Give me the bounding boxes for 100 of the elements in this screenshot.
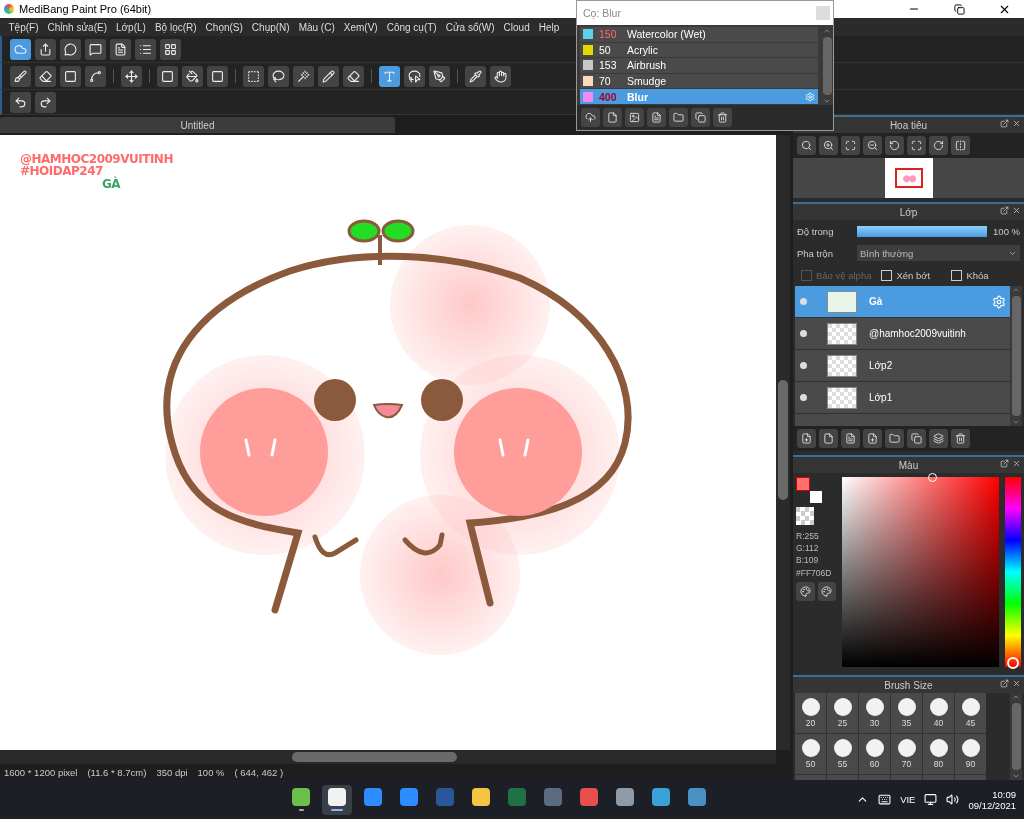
brush-size-cell[interactable]: 90: [955, 734, 986, 774]
scroll-down-icon[interactable]: [1012, 772, 1020, 780]
brush-size-cell[interactable]: 50: [795, 734, 826, 774]
transparent-swatch[interactable]: [796, 507, 814, 525]
layer-scrollbar[interactable]: [1010, 286, 1022, 426]
navigator-button[interactable]: [863, 136, 882, 155]
tool-button[interactable]: [268, 65, 289, 87]
tool-button[interactable]: [429, 65, 450, 87]
menu-item[interactable]: Help: [534, 21, 564, 33]
tool-button[interactable]: [318, 65, 339, 87]
visibility-icon[interactable]: [800, 330, 807, 337]
brush-size-cell[interactable]: 25: [827, 693, 858, 733]
language-indicator[interactable]: VIE: [900, 794, 916, 805]
option-checkbox[interactable]: Khóa: [951, 269, 1012, 281]
close-icon[interactable]: [1012, 206, 1021, 215]
navigator-button[interactable]: [885, 136, 904, 155]
document-tab[interactable]: Untitled: [0, 117, 395, 133]
background-swatch[interactable]: [810, 491, 822, 503]
brush-tool-button[interactable]: [581, 108, 600, 127]
layer-tool-button[interactable]: [885, 429, 904, 448]
palette-button[interactable]: [817, 582, 836, 601]
brush-scrollbar[interactable]: [821, 27, 833, 105]
tool-button[interactable]: [490, 65, 511, 87]
menu-item[interactable]: Cửa sổ(W): [441, 21, 500, 33]
brush-row[interactable]: 150 Watercolor (Wet): [580, 27, 818, 42]
tool-button[interactable]: [293, 65, 314, 87]
menu-item[interactable]: Cloud: [499, 21, 535, 33]
tool-button[interactable]: [60, 38, 81, 60]
brush-row[interactable]: 70 Smudge: [580, 73, 818, 89]
menu-item[interactable]: Màu (C): [294, 21, 340, 33]
menu-item[interactable]: Chụp(N): [247, 21, 295, 33]
brush-row[interactable]: 50 Acrylic: [580, 42, 818, 58]
scroll-up-icon[interactable]: [823, 27, 831, 35]
detach-icon[interactable]: [1000, 119, 1009, 128]
volume-icon[interactable]: [946, 793, 960, 806]
brush-tool-button[interactable]: [713, 108, 732, 127]
tool-button[interactable]: [160, 38, 181, 60]
layer-tool-button[interactable]: [907, 429, 926, 448]
menu-item[interactable]: Tệp(F): [4, 21, 43, 33]
brush-tool-button[interactable]: [603, 108, 622, 127]
layer-tool-button[interactable]: [797, 429, 816, 448]
tool-button[interactable]: [35, 91, 56, 113]
detach-icon[interactable]: [1000, 206, 1009, 215]
navigator-button[interactable]: [797, 136, 816, 155]
layer-tool-button[interactable]: [863, 429, 882, 448]
tool-button[interactable]: [157, 65, 178, 87]
tool-button[interactable]: [10, 38, 31, 60]
brush-size-scrollbar[interactable]: [1010, 693, 1022, 780]
brush-size-cell[interactable]: 80: [923, 734, 954, 774]
layer-tool-button[interactable]: [951, 429, 970, 448]
close-icon[interactable]: [1012, 459, 1021, 468]
scroll-down-icon[interactable]: [1012, 418, 1020, 426]
navigator-button[interactable]: [841, 136, 860, 155]
brush-size-cell[interactable]: 45: [955, 693, 986, 733]
brush-tool-button[interactable]: [647, 108, 666, 127]
brush-tool-button[interactable]: [625, 108, 644, 127]
foreground-swatch[interactable]: [796, 477, 810, 491]
horizontal-scrollbar[interactable]: [0, 750, 776, 764]
navigator-button[interactable]: [951, 136, 970, 155]
visibility-icon[interactable]: [800, 394, 807, 401]
tool-button[interactable]: [85, 65, 106, 87]
tool-button[interactable]: [10, 65, 31, 87]
tool-button[interactable]: [207, 65, 228, 87]
detach-icon[interactable]: [1000, 459, 1009, 468]
brush-tool-button[interactable]: [669, 108, 688, 127]
palette-button[interactable]: [796, 582, 815, 601]
scroll-down-icon[interactable]: [823, 97, 831, 105]
close-icon[interactable]: [1012, 119, 1021, 128]
navigator-button[interactable]: [819, 136, 838, 155]
tool-button[interactable]: [35, 38, 56, 60]
menu-item[interactable]: Lớp(L): [111, 21, 151, 33]
menu-item[interactable]: Bộ lọc(R): [150, 21, 202, 33]
taskbar-app[interactable]: [322, 784, 352, 815]
option-checkbox[interactable]: Xén bớt: [881, 269, 942, 281]
settings-icon[interactable]: [992, 294, 1006, 309]
brush-row[interactable]: 153 Airbrush: [580, 58, 818, 73]
tool-button[interactable]: [35, 65, 56, 87]
navigator-button[interactable]: [929, 136, 948, 155]
tool-button[interactable]: [379, 65, 400, 87]
menu-item[interactable]: Công cụ(T): [382, 21, 442, 33]
tool-button[interactable]: [121, 65, 142, 87]
brush-size-cell[interactable]: 70: [891, 734, 922, 774]
hue-slider[interactable]: [1005, 477, 1021, 667]
brush-size-cell[interactable]: 55: [827, 734, 858, 774]
navigator-button[interactable]: [907, 136, 926, 155]
tool-button[interactable]: [182, 65, 203, 87]
menu-item[interactable]: Chọn(S): [201, 21, 248, 33]
detach-icon[interactable]: [1000, 679, 1009, 688]
vertical-scrollbar[interactable]: [776, 135, 790, 750]
close-icon[interactable]: [1012, 679, 1021, 688]
brush-tool-button[interactable]: [691, 108, 710, 127]
brush-size-cell[interactable]: 20: [795, 693, 826, 733]
tool-button[interactable]: [110, 38, 131, 60]
clock[interactable]: 10:09 09/12/2021: [968, 788, 1016, 811]
tool-button[interactable]: [465, 65, 486, 87]
tool-button[interactable]: [10, 91, 31, 113]
layer-tool-button[interactable]: [841, 429, 860, 448]
menu-item[interactable]: Xem(V): [339, 21, 383, 33]
visibility-icon[interactable]: [800, 362, 807, 369]
scroll-up-icon[interactable]: [1012, 693, 1020, 701]
